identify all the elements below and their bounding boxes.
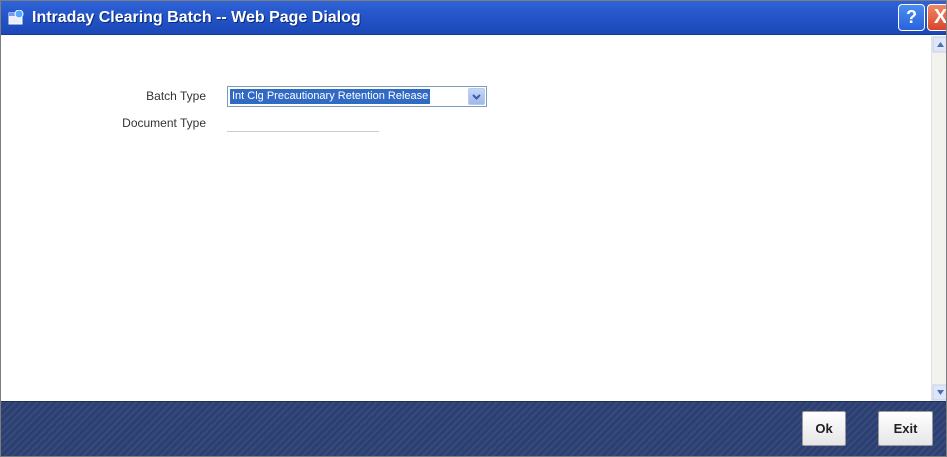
- scroll-down-arrow-icon[interactable]: [932, 384, 946, 401]
- batch-type-selected-value: Int Clg Precautionary Retention Release: [230, 89, 431, 104]
- dialog-content: Batch Type Int Clg Precautionary Retenti…: [1, 36, 931, 401]
- close-button[interactable]: X: [927, 4, 946, 31]
- vertical-scrollbar[interactable]: [931, 36, 946, 401]
- title-bar: Intraday Clearing Batch -- Web Page Dial…: [1, 1, 946, 35]
- batch-type-select[interactable]: Int Clg Precautionary Retention Release: [227, 86, 487, 107]
- exit-button[interactable]: Exit: [878, 411, 933, 446]
- ok-button[interactable]: Ok: [802, 411, 846, 446]
- document-type-label: Document Type: [122, 116, 206, 130]
- dialog-footer: Ok Exit: [1, 401, 946, 456]
- help-button[interactable]: ?: [898, 4, 925, 31]
- window-title: Intraday Clearing Batch -- Web Page Dial…: [32, 9, 361, 26]
- batch-type-label: Batch Type: [146, 89, 206, 103]
- dialog-window: Intraday Clearing Batch -- Web Page Dial…: [0, 0, 947, 457]
- document-type-field[interactable]: [227, 114, 379, 132]
- scroll-up-arrow-icon[interactable]: [932, 36, 946, 53]
- chevron-down-icon[interactable]: [468, 88, 485, 105]
- page-dialog-icon: [8, 9, 24, 26]
